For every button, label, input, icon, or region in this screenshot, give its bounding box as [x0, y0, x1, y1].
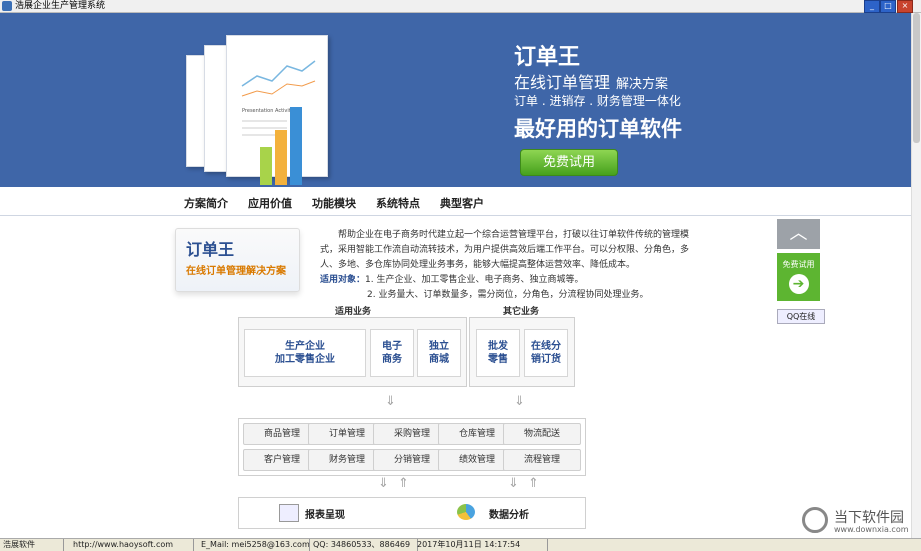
watermark-logo-icon [802, 507, 828, 533]
target-item-1: 1. 生产企业、加工零售企业、电子商务、独立商城等。 [365, 275, 584, 285]
target-label: 适用对象： [320, 275, 366, 285]
banner-tagline: 订单 . 进销存 . 财务管理一体化 [514, 94, 681, 108]
status-company: 浩展软件 [0, 539, 64, 551]
banner-slogan: 最好用的订单软件 [514, 116, 682, 141]
scrollbar-thumb[interactable] [913, 13, 920, 143]
intro-card-subtitle: 在线订单管理解决方案 [186, 266, 286, 277]
status-qq: QQ: 34860533、886469 [310, 539, 418, 551]
back-to-top-button[interactable]: ︿ [777, 219, 820, 249]
analysis-label: 数据分析 [489, 510, 529, 521]
applicable-business-box: 生产企业 加工零售企业 电子 商务 独立 商城 [238, 317, 467, 387]
biz-wholesale: 批发 零售 [476, 329, 520, 377]
banner: Presentation Activity 订单王 在线订单管理 解决方案 订单 … [0, 13, 911, 187]
illustration-caption: Presentation Activity [242, 108, 294, 114]
arrow-right-icon: ➔ [788, 274, 809, 294]
other-business-label: 其它业务 [503, 307, 540, 317]
main-content: Presentation Activity 订单王 在线订单管理 解决方案 订单 … [0, 13, 911, 538]
biz-ecommerce: 电子 商务 [370, 329, 414, 377]
status-datetime: 2017年10月11日 14:17:54 [414, 539, 548, 551]
arrow-down-icon: ⇓ [514, 394, 525, 409]
minimize-button[interactable]: _ [864, 0, 880, 13]
biz-online-distribution: 在线分 销订货 [524, 329, 568, 377]
modules-box: 商品管理 订单管理 采购管理 仓库管理 物流配送 客户管理 财务管理 分销管理 … [238, 418, 586, 476]
status-email: E_Mail: mei5258@163.com [198, 539, 310, 551]
report-icon [279, 504, 299, 522]
window-title: 浩展企业生产管理系统 [15, 1, 106, 11]
arrow-down-icon: ⇓ [508, 476, 519, 491]
output-box: 报表呈现 数据分析 [238, 497, 586, 529]
maximize-button[interactable]: □ [880, 0, 896, 13]
tab-intro[interactable]: 方案简介 [184, 195, 228, 211]
intro-card-title: 订单王 [186, 240, 235, 259]
status-bar: 浩展软件 http://www.haoysoft.com E_Mail: mei… [0, 538, 921, 551]
arrow-up-icon: ⇑ [528, 476, 539, 491]
banner-subtitle: 在线订单管理 解决方案 [514, 73, 669, 92]
tab-modules[interactable]: 功能模块 [312, 195, 356, 211]
section-nav: 方案简介 应用价值 功能模块 系统特点 典型客户 [0, 187, 911, 216]
biz-manufacturing: 生产企业 加工零售企业 [244, 329, 366, 377]
module-logistics: 物流配送 [503, 423, 581, 445]
intro-text: 帮助企业在电子商务时代建立起一个综合运营管理平台，打破以往订单软件传统的管理模式… [320, 228, 690, 303]
product-logo: 订单王 [514, 45, 581, 70]
intro-card: 订单王 在线订单管理解决方案 [175, 228, 300, 292]
side-free-trial-button[interactable]: 免费试用 ➔ [777, 253, 820, 301]
other-business-box: 批发 零售 在线分 销订货 [469, 317, 575, 387]
watermark-name: 当下软件园 [834, 510, 904, 526]
arrow-down-icon: ⇓ [385, 394, 396, 409]
applicable-business-label: 适用业务 [335, 307, 372, 317]
status-website: http://www.haoysoft.com [70, 539, 194, 551]
report-label: 报表呈现 [305, 510, 345, 521]
target-item-2: 2. 业务量大、订单数量多，需分岗位，分角色，分流程协同处理业务。 [367, 290, 649, 300]
documents-chart-illustration: Presentation Activity [182, 35, 332, 185]
watermark: 当下软件园 www.downxia.com [800, 505, 911, 538]
arrow-down-icon: ⇓ [378, 476, 389, 491]
vertical-scrollbar[interactable] [911, 13, 921, 538]
tab-customers[interactable]: 典型客户 [440, 195, 484, 211]
tab-value[interactable]: 应用价值 [248, 195, 292, 211]
module-workflow: 流程管理 [503, 449, 581, 471]
app-icon [2, 1, 12, 11]
biz-independent-mall: 独立 商城 [417, 329, 461, 377]
watermark-url: www.downxia.com [834, 525, 909, 534]
close-button[interactable]: × [897, 0, 913, 13]
window-titlebar: 浩展企业生产管理系统 _ □ × [0, 0, 921, 13]
pie-chart-icon [457, 504, 475, 520]
free-trial-button[interactable]: 免费试用 [520, 149, 618, 176]
intro-paragraph: 帮助企业在电子商务时代建立起一个综合运营管理平台，打破以往订单软件传统的管理模式… [320, 230, 690, 270]
qq-online-button[interactable]: QQ在线 [777, 309, 825, 324]
arrow-up-icon: ⇑ [398, 476, 409, 491]
side-free-trial-label: 免费试用 [782, 260, 815, 269]
tab-features[interactable]: 系统特点 [376, 195, 420, 211]
